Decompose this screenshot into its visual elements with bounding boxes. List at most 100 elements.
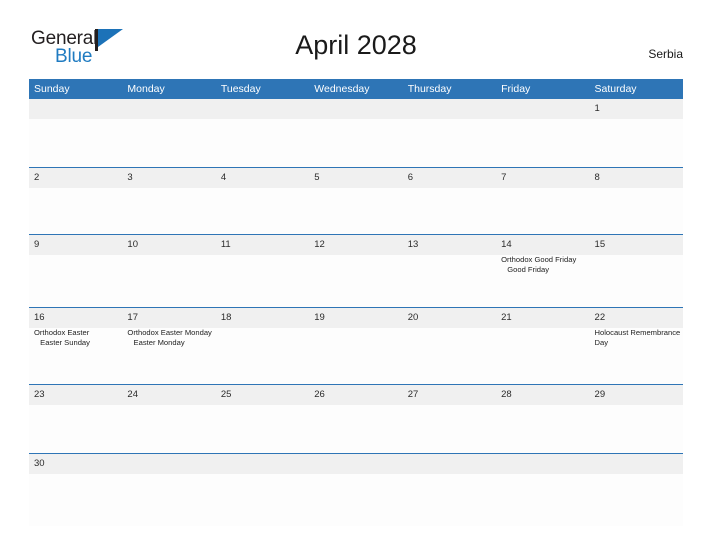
day-number-13[interactable]: 13 [403,235,496,255]
day-cell-10[interactable] [122,255,215,307]
day-cell-26[interactable] [309,405,402,453]
day-cell-15[interactable] [590,255,683,307]
day-number-8[interactable]: 8 [590,168,683,188]
page-title: April 2028 [295,30,417,60]
day-number-12[interactable]: 12 [309,235,402,255]
day-cell-8[interactable] [590,188,683,234]
day-cell-28[interactable] [496,405,589,453]
day-cell-23[interactable] [29,405,122,453]
holiday-label: Orthodox Easter Monday [127,328,212,337]
day-number-empty [309,99,402,119]
day-number-empty [122,99,215,119]
day-cell-6[interactable] [403,188,496,234]
day-cell-5[interactable] [309,188,402,234]
weekday-header-wednesday: Wednesday [314,83,370,95]
calendar-week-row: 30 [29,453,683,526]
holiday-label: Good Friday [505,264,550,274]
day-number-empty [403,454,496,474]
day-number-empty [403,99,496,119]
day-number-14[interactable]: 14 [496,235,589,255]
calendar-week-row: 9 10 11 12 13 14 15 Orthodox Good Friday Good F… [29,234,683,307]
day-number-21[interactable]: 21 [496,308,589,328]
day-number-empty [216,99,309,119]
day-cell-1[interactable] [590,119,683,167]
day-cell-18[interactable] [216,328,309,384]
calendar-week-row: 2345678 [29,167,683,234]
day-number-22[interactable]: 22 [590,308,683,328]
day-number-3[interactable]: 3 [122,168,215,188]
weekday-header-saturday: Saturday [594,83,637,95]
holiday-label: Easter Sunday [38,337,90,347]
calendar-week-row: 16 17 18 19 20 21 22 Orthodox Easter Easter Sun… [29,307,683,384]
day-number-23[interactable]: 23 [29,385,122,405]
day-number-empty [29,99,122,119]
week-day-body-strip: Orthodox Easter Easter Sunday Orthodox Ea… [29,328,683,384]
day-cell-24[interactable] [122,405,215,453]
day-cell-empty [122,119,215,167]
day-number-18[interactable]: 18 [216,308,309,328]
day-cell-20[interactable] [403,328,496,384]
day-cell-11[interactable] [216,255,309,307]
day-cell-29[interactable] [590,405,683,453]
day-cell-27[interactable] [403,405,496,453]
holiday-label: Orthodox Good Friday [501,255,577,264]
weekday-header-tuesday: Tuesday [220,83,261,95]
day-number-10[interactable]: 10 [122,235,215,255]
day-number-15[interactable]: 15 [590,235,683,255]
day-cell-2[interactable] [29,188,122,234]
day-number-16[interactable]: 16 [29,308,122,328]
day-cell-12[interactable] [309,255,402,307]
day-number-empty [496,99,589,119]
day-cell-21[interactable] [496,328,589,384]
day-cell-19[interactable] [309,328,402,384]
weekday-header-row: Sunday Monday Tuesday Wednesday Thursday… [29,79,683,99]
day-cell-7[interactable] [496,188,589,234]
day-number-19[interactable]: 19 [309,308,402,328]
day-cell-30[interactable] [29,474,122,526]
day-cell-empty [29,119,122,167]
week-day-number-strip: 16 17 18 19 20 21 22 [29,308,683,328]
day-cell-9[interactable] [29,255,122,307]
day-cell-13[interactable] [403,255,496,307]
day-number-9[interactable]: 9 [29,235,122,255]
week-day-number-strip: 23 24 25 26 27 28 29 [29,385,683,405]
day-cell-16[interactable]: Orthodox Easter Easter Sunday [29,328,122,384]
day-number-7[interactable]: 7 [496,168,589,188]
day-number-empty [590,454,683,474]
day-number-5[interactable]: 5 [309,168,402,188]
day-number-27[interactable]: 27 [403,385,496,405]
day-cell-14[interactable]: Orthodox Good Friday Good Friday [496,255,589,307]
week-day-body-strip [29,474,683,526]
day-cell-empty [309,474,402,526]
day-number-17[interactable]: 17 [122,308,215,328]
week-day-number-strip: 9 10 11 12 13 14 15 [29,235,683,255]
week-day-body-strip [29,188,683,234]
day-number-2[interactable]: 2 [29,168,122,188]
week-day-number-strip: 2345678 [29,168,683,188]
day-cell-22[interactable]: Holocaust Remembrance Day [590,328,683,384]
day-number-empty [216,454,309,474]
day-cell-empty [122,474,215,526]
day-number-1[interactable]: 1 [590,99,683,119]
day-cell-empty [216,474,309,526]
week-day-body-strip [29,405,683,453]
weekday-header-monday: Monday [127,83,165,95]
day-number-30[interactable]: 30 [29,454,122,474]
day-cell-4[interactable] [216,188,309,234]
day-number-6[interactable]: 6 [403,168,496,188]
weekday-header-thursday: Thursday [407,83,452,95]
day-number-25[interactable]: 25 [216,385,309,405]
day-number-4[interactable]: 4 [216,168,309,188]
day-number-24[interactable]: 24 [122,385,215,405]
day-number-11[interactable]: 11 [216,235,309,255]
day-number-26[interactable]: 26 [309,385,402,405]
day-number-28[interactable]: 28 [496,385,589,405]
calendar-weeks-container: 1 2 3 4 5 6 7 8 9 10 11 12 13 14 15 Orthodox Good Frida… [29,99,683,526]
week-day-number-strip: 1 [29,99,683,119]
day-cell-3[interactable] [122,188,215,234]
day-number-20[interactable]: 20 [403,308,496,328]
day-cell-25[interactable] [216,405,309,453]
day-cell-17[interactable]: Orthodox Easter Monday Easter Monday [122,328,215,384]
day-number-29[interactable]: 29 [590,385,683,405]
day-cell-empty [309,119,402,167]
